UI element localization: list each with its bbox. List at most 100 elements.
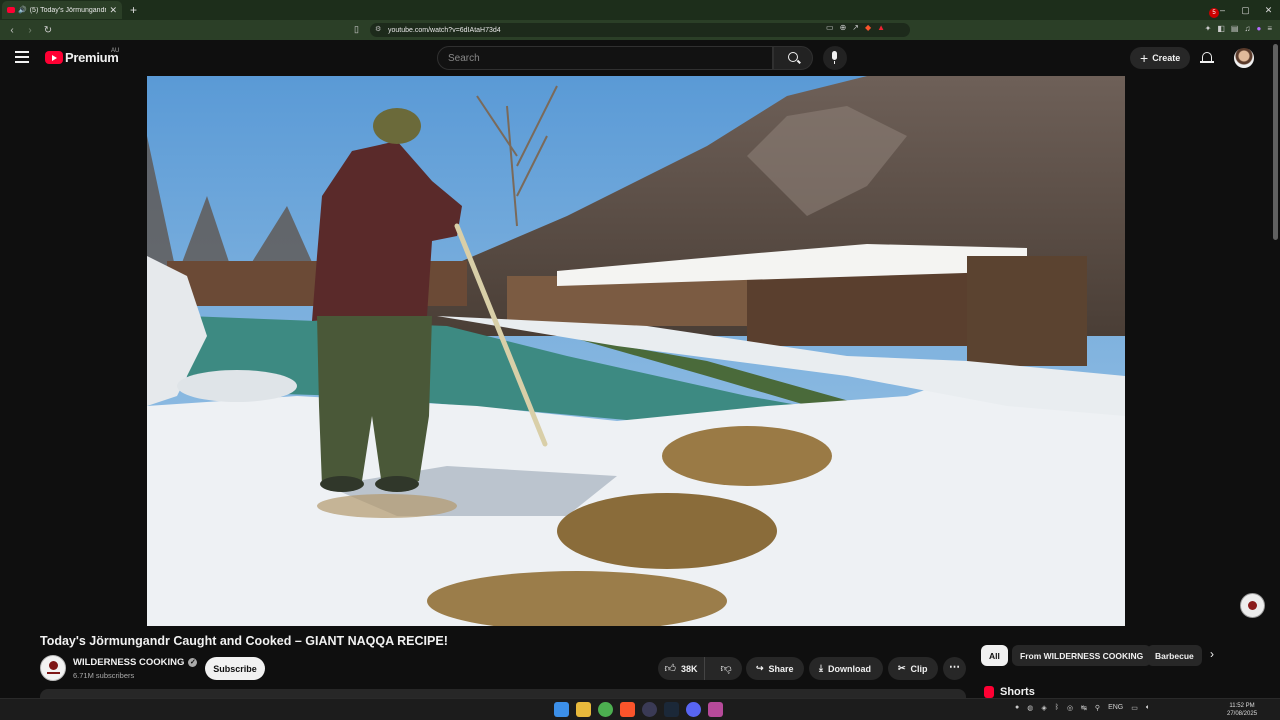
tray-icon[interactable]: ◍ — [1027, 704, 1033, 712]
close-tab-icon[interactable]: ✕ — [109, 5, 117, 16]
bell-base — [1200, 61, 1214, 63]
browser-toolbar: ‹ › ↻ ▯ ⚙ youtube.com/watch?v=6dIAtaH73d… — [0, 20, 1280, 40]
search-icon — [788, 52, 798, 62]
channel-name-row[interactable]: WILDERNESS COOKING ✓ — [73, 657, 198, 668]
more-actions-button[interactable]: ⋯ — [943, 657, 966, 680]
channel-watermark-icon[interactable] — [1240, 593, 1265, 618]
video-frame — [147, 76, 1125, 626]
channel-avatar[interactable] — [40, 655, 66, 681]
usb-icon[interactable]: ⚲ — [1095, 704, 1100, 712]
discord-icon[interactable] — [686, 702, 701, 717]
new-tab-button[interactable]: + — [130, 3, 137, 17]
maximize-button[interactable]: ▢ — [1234, 0, 1257, 20]
bookmark-icon[interactable]: ▯ — [354, 24, 359, 35]
share-icon: ↪ — [756, 663, 764, 673]
guide-menu-icon[interactable] — [15, 51, 29, 63]
thumbs-up-icon: 👍︎ — [664, 663, 677, 675]
back-icon[interactable]: ‹ — [6, 25, 18, 36]
youtube-play-icon — [45, 51, 63, 64]
notifications-button[interactable] — [1200, 50, 1214, 64]
file-explorer-icon[interactable] — [576, 702, 591, 717]
share-button[interactable]: ↪ Share — [746, 657, 804, 680]
youtube-logo[interactable]: Premium AU — [45, 48, 120, 65]
voice-search-button[interactable] — [823, 46, 847, 70]
browser-tab[interactable]: 🔊 (5) Today's Jörmungandr Caug ✕ — [2, 1, 122, 19]
notification-badge: 5 — [1209, 8, 1219, 18]
extension-icon[interactable]: ✦ — [1205, 24, 1212, 33]
clip-label: Clip — [910, 663, 928, 674]
tab-title: (5) Today's Jörmungandr Caug — [29, 6, 107, 14]
network-icon[interactable]: ▭ — [1131, 704, 1138, 712]
language-indicator[interactable]: ENG — [1108, 704, 1123, 712]
chip-barbecue[interactable]: Barbecue — [1147, 645, 1202, 666]
brave-icon[interactable] — [620, 702, 635, 717]
app-icon[interactable] — [642, 702, 657, 717]
search-button[interactable] — [773, 46, 813, 70]
clock-time: 11:52 PM — [1229, 703, 1255, 709]
bluetooth-icon[interactable]: ᛒ — [1055, 704, 1059, 712]
verified-icon: ✓ — [188, 658, 198, 667]
shorts-icon — [984, 686, 994, 698]
page-scrollbar[interactable] — [1273, 44, 1278, 240]
search-input[interactable] — [438, 47, 772, 69]
tray-icon[interactable]: ● — [1015, 704, 1019, 712]
tray-icon[interactable]: ↹ — [1081, 704, 1087, 712]
download-button[interactable]: ⤓ Download — [809, 657, 883, 680]
chip-all[interactable]: All — [981, 645, 1008, 666]
subscriber-count: 6.71M subscribers — [73, 671, 135, 680]
shorts-label: Shorts — [1000, 686, 1035, 698]
video-title: Today's Jörmungandr Caught and Cooked – … — [40, 634, 448, 648]
cast-icon[interactable]: ▭ — [826, 23, 834, 32]
region-code: AU — [111, 48, 120, 54]
create-label: Create — [1152, 53, 1181, 63]
rewards-icon[interactable]: ▲ — [877, 23, 885, 32]
create-button[interactable]: + Create — [1130, 47, 1191, 69]
shorts-heading: Shorts — [984, 686, 1035, 698]
zoom-icon[interactable]: ⊕ — [840, 23, 847, 32]
like-button[interactable]: 👍︎ 38K — [658, 657, 706, 680]
site-info-icon[interactable]: ⚙ — [375, 25, 381, 33]
like-dislike-group: 👍︎ 38K 👎︎ — [658, 657, 742, 680]
share-page-icon[interactable]: ↗ — [852, 23, 859, 32]
clock-date: 27/08/2025 — [1227, 711, 1258, 717]
thumbs-down-icon: 👎︎ — [720, 663, 732, 675]
menu-icon[interactable]: ≡ — [1267, 24, 1272, 33]
chevron-right-icon[interactable]: › — [1210, 647, 1214, 661]
volume-icon[interactable]: 🔈︎ — [1146, 704, 1150, 712]
download-icon: ⤓ — [819, 663, 823, 673]
chrome-icon[interactable] — [598, 702, 613, 717]
tray-icon[interactable]: ◈ — [1041, 704, 1046, 712]
clock[interactable]: 11:52 PM 27/08/2025 — [1227, 702, 1257, 718]
app2-icon[interactable] — [708, 702, 723, 717]
steam-icon[interactable] — [664, 702, 679, 717]
bell-icon — [1202, 52, 1212, 61]
window-controls: – ▢ ✕ — [1211, 0, 1280, 20]
forward-icon[interactable]: › — [24, 25, 36, 36]
extension-icons: ✦ ◧ ▤ ♫ ● ≡ — [1205, 24, 1272, 33]
subscribe-button[interactable]: Subscribe — [205, 657, 265, 680]
chip-from-channel[interactable]: From WILDERNESS COOKING — [1012, 645, 1152, 666]
account-avatar[interactable] — [1234, 48, 1254, 68]
taskbar-apps — [554, 702, 723, 717]
youtube-header: Premium AU + Create — [0, 40, 1280, 76]
system-tray: ● ◍ ◈ ᛒ ◎ ↹ ⚲ ENG ▭ 🔈︎ — [1015, 704, 1150, 712]
music-icon[interactable]: ♫ — [1244, 24, 1250, 33]
channel-name: WILDERNESS COOKING — [73, 657, 185, 668]
start-icon[interactable] — [554, 702, 569, 717]
dislike-button[interactable]: 👎︎ — [710, 657, 742, 680]
video-player[interactable] — [147, 76, 1125, 626]
browser-tab-bar: 🔊 (5) Today's Jörmungandr Caug ✕ + – ▢ ✕ — [0, 0, 1280, 20]
clip-button[interactable]: ✂ Clip — [888, 657, 938, 680]
wallet-icon[interactable]: ● — [1256, 24, 1261, 33]
reload-icon[interactable]: ↻ — [42, 25, 54, 36]
share-label: Share — [768, 663, 794, 674]
youtube-favicon-icon — [7, 7, 15, 13]
search-box — [437, 46, 773, 70]
brave-shield-icon[interactable]: ◆ — [865, 23, 871, 32]
puzzle-icon[interactable]: ◧ — [1217, 24, 1225, 33]
windows-taskbar: ● ◍ ◈ ᛒ ◎ ↹ ⚲ ENG ▭ 🔈︎ 11:52 PM 27/08/20… — [0, 698, 1280, 720]
sidebar-icon[interactable]: ▤ — [1231, 24, 1239, 33]
tray-icon[interactable]: ◎ — [1067, 704, 1073, 712]
address-bar-actions: ▭ ⊕ ↗ ◆ ▲ — [826, 23, 885, 32]
close-window-button[interactable]: ✕ — [1257, 0, 1280, 20]
